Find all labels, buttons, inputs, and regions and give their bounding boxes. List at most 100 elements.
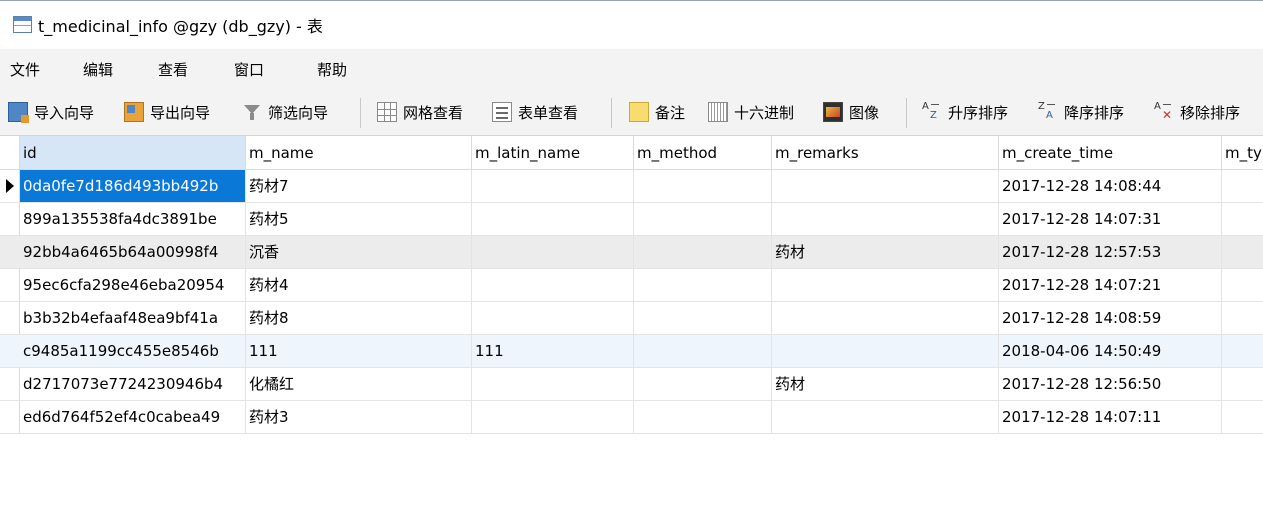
cell-m-ty[interactable] <box>1222 203 1263 235</box>
cell-id[interactable]: ed6d764f52ef4c0cabea49 <box>20 401 246 433</box>
cell-m-name[interactable]: 药材7 <box>246 170 472 202</box>
cell-m-remarks[interactable] <box>772 170 999 202</box>
cell-m-name[interactable]: 化橘红 <box>246 368 472 400</box>
cell-id[interactable]: d2717073e7724230946b4 <box>20 368 246 400</box>
import-wizard-button[interactable]: 导入向导 <box>8 90 112 135</box>
menu-edit[interactable]: 编辑 <box>83 59 113 80</box>
menu-view[interactable]: 查看 <box>158 59 188 80</box>
menu-window[interactable]: 窗口 <box>234 59 264 80</box>
toolbar: 导入向导 导出向导 筛选向导 网格查看 表单查看 备注 十六进制 图像 AZ 升… <box>0 90 1263 136</box>
cell-m-ty[interactable] <box>1222 368 1263 400</box>
menu-help[interactable]: 帮助 <box>317 59 347 80</box>
table-row[interactable]: 0da0fe7d186d493bb492b 药材7 2017-12-28 14:… <box>0 170 1263 203</box>
cell-m-remarks[interactable] <box>772 269 999 301</box>
table-row[interactable]: d2717073e7724230946b4 化橘红 药材 2017-12-28 … <box>0 368 1263 401</box>
funnel-icon <box>242 102 262 122</box>
cell-id[interactable]: 95ec6cfa298e46eba20954 <box>20 269 246 301</box>
sort-descending-button[interactable]: ZA 降序排序 <box>1038 90 1144 135</box>
table-row[interactable]: ed6d764f52ef4c0cabea49 药材3 2017-12-28 14… <box>0 401 1263 434</box>
export-wizard-button[interactable]: 导出向导 <box>124 90 228 135</box>
table-row[interactable]: 95ec6cfa298e46eba20954 药材4 2017-12-28 14… <box>0 269 1263 302</box>
filter-wizard-button[interactable]: 筛选向导 <box>242 90 346 135</box>
cell-m-name[interactable]: 药材8 <box>246 302 472 334</box>
cell-m-name[interactable]: 沉香 <box>246 236 472 268</box>
cell-m-name[interactable]: 111 <box>246 335 472 367</box>
cell-m-remarks[interactable]: 药材 <box>772 368 999 400</box>
cell-m-method[interactable] <box>634 170 772 202</box>
cell-m-ty[interactable] <box>1222 269 1263 301</box>
cell-m-remarks[interactable] <box>772 401 999 433</box>
cell-m-method[interactable] <box>634 236 772 268</box>
cell-m-ty[interactable] <box>1222 401 1263 433</box>
cell-m-ty[interactable] <box>1222 335 1263 367</box>
sort-ascending-icon: AZ <box>922 102 942 122</box>
image-icon <box>823 102 843 122</box>
column-header-m-latin-name[interactable]: m_latin_name <box>472 136 634 169</box>
cell-id[interactable]: b3b32b4efaaf48ea9bf41a <box>20 302 246 334</box>
cell-m-ty[interactable] <box>1222 170 1263 202</box>
cell-m-latin-name[interactable] <box>472 269 634 301</box>
table-row[interactable]: 899a135538fa4dc3891be 药材5 2017-12-28 14:… <box>0 203 1263 236</box>
cell-id[interactable]: 92bb4a6465b64a00998f4 <box>20 236 246 268</box>
cell-m-create-time[interactable]: 2017-12-28 14:07:21 <box>999 269 1222 301</box>
grid-icon <box>377 102 397 122</box>
cell-m-create-time[interactable]: 2017-12-28 12:56:50 <box>999 368 1222 400</box>
header-corner <box>0 136 20 169</box>
hex-button[interactable]: 十六进制 <box>708 90 812 135</box>
form-view-button[interactable]: 表单查看 <box>492 90 596 135</box>
table-row[interactable]: 92bb4a6465b64a00998f4 沉香 药材 2017-12-28 1… <box>0 236 1263 269</box>
form-icon <box>492 102 512 122</box>
cell-m-latin-name[interactable] <box>472 203 634 235</box>
cell-m-remarks[interactable]: 药材 <box>772 236 999 268</box>
menu-file[interactable]: 文件 <box>10 59 40 80</box>
cell-m-ty[interactable] <box>1222 236 1263 268</box>
cell-m-name[interactable]: 药材4 <box>246 269 472 301</box>
sort-descending-icon: ZA <box>1038 102 1058 122</box>
cell-m-create-time[interactable]: 2017-12-28 12:57:53 <box>999 236 1222 268</box>
cell-m-latin-name[interactable]: 111 <box>472 335 634 367</box>
cell-m-ty[interactable] <box>1222 302 1263 334</box>
cell-m-name[interactable]: 药材3 <box>246 401 472 433</box>
sort-ascending-button[interactable]: AZ 升序排序 <box>922 90 1028 135</box>
column-header-id[interactable]: id <box>20 136 246 169</box>
cell-m-create-time[interactable]: 2017-12-28 14:07:11 <box>999 401 1222 433</box>
toolbar-separator <box>360 98 361 128</box>
cell-id[interactable]: 899a135538fa4dc3891be <box>20 203 246 235</box>
cell-m-remarks[interactable] <box>772 335 999 367</box>
column-header-m-ty[interactable]: m_ty <box>1222 136 1263 169</box>
cell-id[interactable]: c9485a1199cc455e8546b <box>20 335 246 367</box>
cell-m-method[interactable] <box>634 269 772 301</box>
cell-m-create-time[interactable]: 2017-12-28 14:07:31 <box>999 203 1222 235</box>
cell-m-remarks[interactable] <box>772 302 999 334</box>
export-icon <box>124 102 144 122</box>
remove-sort-button[interactable]: A ✕ 移除排序 <box>1154 90 1260 135</box>
cell-m-create-time[interactable]: 2017-12-28 14:08:59 <box>999 302 1222 334</box>
cell-m-create-time[interactable]: 2017-12-28 14:08:44 <box>999 170 1222 202</box>
cell-m-latin-name[interactable] <box>472 236 634 268</box>
cell-m-method[interactable] <box>634 302 772 334</box>
cell-m-latin-name[interactable] <box>472 170 634 202</box>
table-row[interactable]: b3b32b4efaaf48ea9bf41a 药材8 2017-12-28 14… <box>0 302 1263 335</box>
data-grid[interactable]: id m_name m_latin_name m_method m_remark… <box>0 136 1263 528</box>
column-header-m-method[interactable]: m_method <box>634 136 772 169</box>
cell-m-create-time[interactable]: 2018-04-06 14:50:49 <box>999 335 1222 367</box>
cell-m-name[interactable]: 药材5 <box>246 203 472 235</box>
column-header-m-create-time[interactable]: m_create_time <box>999 136 1222 169</box>
cell-m-method[interactable] <box>634 203 772 235</box>
cell-m-method[interactable] <box>634 401 772 433</box>
column-header-m-name[interactable]: m_name <box>246 136 472 169</box>
cell-m-remarks[interactable] <box>772 203 999 235</box>
cell-m-latin-name[interactable] <box>472 401 634 433</box>
cell-m-method[interactable] <box>634 368 772 400</box>
grid-header: id m_name m_latin_name m_method m_remark… <box>0 136 1263 170</box>
cell-m-method[interactable] <box>634 335 772 367</box>
memo-button[interactable]: 备注 <box>629 90 697 135</box>
image-button[interactable]: 图像 <box>823 90 893 135</box>
menu-bar: 文件 编辑 查看 窗口 帮助 <box>0 49 1263 90</box>
grid-view-button[interactable]: 网格查看 <box>377 90 481 135</box>
cell-id[interactable]: 0da0fe7d186d493bb492b <box>20 170 246 202</box>
column-header-m-remarks[interactable]: m_remarks <box>772 136 999 169</box>
cell-m-latin-name[interactable] <box>472 368 634 400</box>
table-row[interactable]: c9485a1199cc455e8546b 111 111 2018-04-06… <box>0 335 1263 368</box>
cell-m-latin-name[interactable] <box>472 302 634 334</box>
